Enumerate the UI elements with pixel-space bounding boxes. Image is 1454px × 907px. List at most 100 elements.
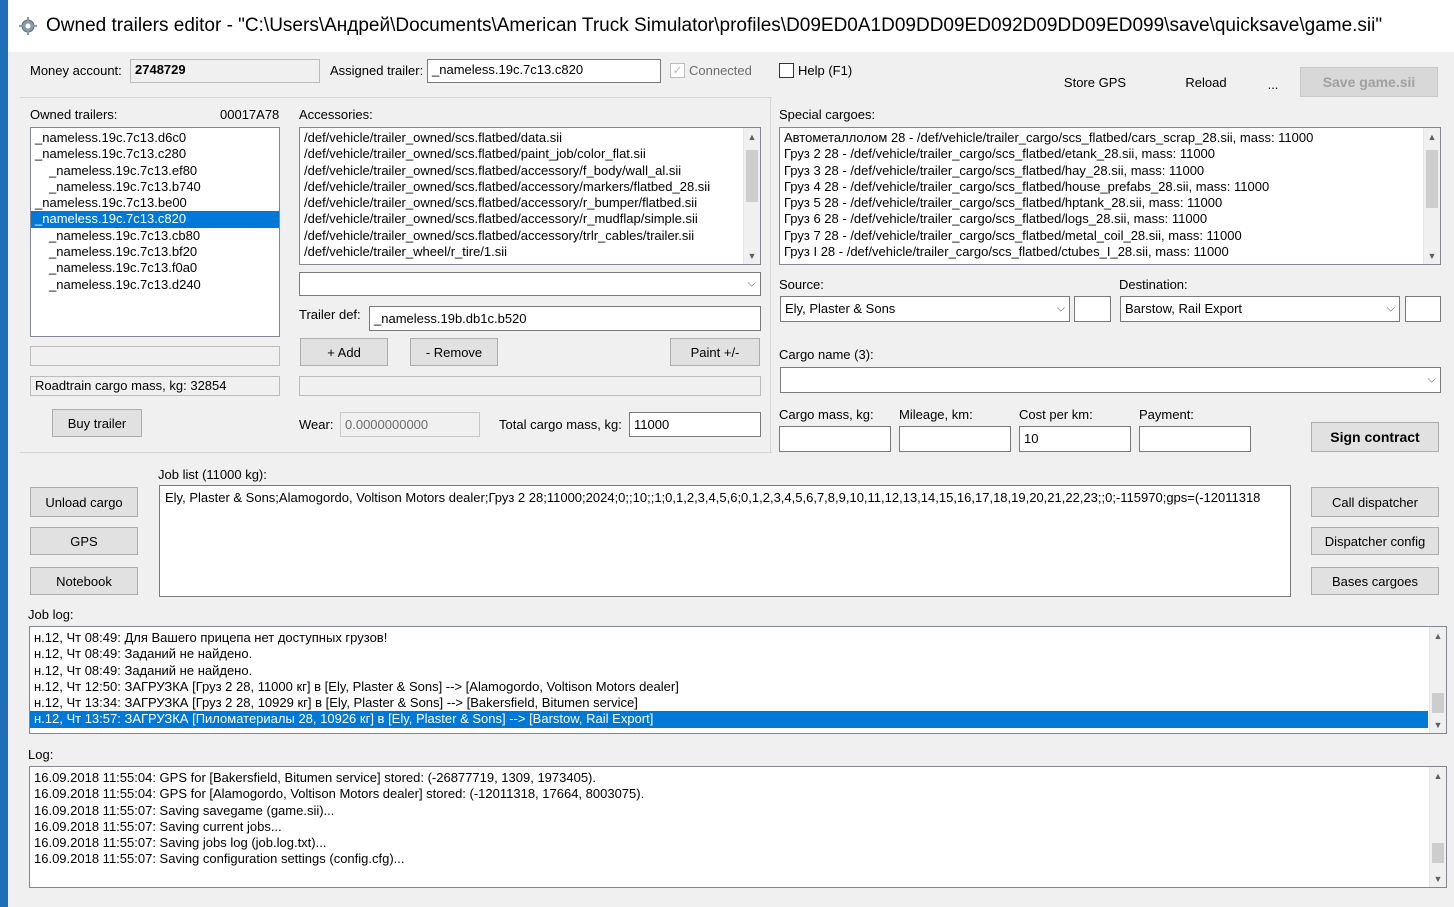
owned-trailer-item[interactable]: _nameless.19c.7c13.be00	[31, 195, 279, 211]
special-cargo-item[interactable]: Груз 4 28 - /def/vehicle/trailer_cargo/s…	[780, 179, 1422, 195]
help-label[interactable]: Help (F1)	[798, 63, 852, 78]
accessory-item[interactable]: /def/vehicle/trailer_owned/scs.flatbed/a…	[300, 195, 742, 211]
job-log-item[interactable]: н.12, Чт 08:49: Заданий не найдено.	[30, 663, 1428, 679]
owned-trailer-item[interactable]: _nameless.19c.7c13.d6c0	[31, 130, 279, 146]
accessories-scrollbar[interactable]: ▲ ▼	[743, 128, 760, 264]
destination-extra-field[interactable]	[1405, 296, 1441, 322]
call-dispatcher-button[interactable]: Call dispatcher	[1311, 487, 1439, 517]
scroll-down-icon[interactable]: ▼	[1424, 247, 1440, 264]
paint-button[interactable]: Paint +/-	[670, 338, 760, 366]
assigned-label: Assigned trailer:	[330, 63, 424, 78]
job-list-label: Job list (11000 kg):	[158, 467, 267, 482]
store-gps-button[interactable]: Store GPS	[1056, 70, 1134, 94]
owned-trailer-item[interactable]: _nameless.19c.7c13.f0a0	[31, 260, 279, 276]
source-value: Ely, Plaster & Sons	[785, 301, 896, 316]
special-cargo-item[interactable]: Груз 7 28 - /def/vehicle/trailer_cargo/s…	[780, 228, 1422, 244]
log-scrollbar[interactable]: ▲ ▼	[1429, 767, 1446, 887]
scroll-thumb[interactable]	[1432, 843, 1444, 863]
log-item[interactable]: 16.09.2018 11:55:04: GPS for [Bakersfiel…	[30, 770, 1428, 786]
accessory-item[interactable]: /def/vehicle/trailer_owned/scs.flatbed/a…	[300, 228, 742, 244]
accessory-item[interactable]: /def/vehicle/trailer_owned/scs.flatbed/p…	[300, 146, 742, 162]
log-item[interactable]: 16.09.2018 11:55:04: GPS for [Alamogordo…	[30, 786, 1428, 802]
accessory-item[interactable]: /def/vehicle/trailer_wheel/r_tire/1.sii	[300, 244, 742, 260]
source-combo[interactable]: Ely, Plaster & Sons ⌵	[780, 296, 1070, 322]
accessory-combo[interactable]: ⌵	[299, 272, 761, 296]
owned-trailer-item[interactable]: _nameless.19c.7c13.c280	[31, 146, 279, 162]
owned-trailer-item[interactable]: _nameless.19c.7c13.d240	[31, 277, 279, 293]
buy-trailer-button[interactable]: Buy trailer	[52, 409, 142, 437]
scroll-down-icon[interactable]: ▼	[744, 247, 760, 264]
job-log-item[interactable]: н.12, Чт 13:57: ЗАГРУЗКА [Пиломатериалы …	[30, 711, 1428, 728]
log-label: Log:	[28, 747, 54, 762]
scroll-up-icon[interactable]: ▲	[1430, 627, 1446, 644]
chevron-down-icon: ⌵	[1427, 373, 1436, 386]
owned-trailer-item[interactable]: _nameless.19c.7c13.b740	[31, 179, 279, 195]
accessory-item[interactable]: /def/vehicle/trailer_owned/scs.flatbed/a…	[300, 179, 742, 195]
special-cargo-item[interactable]: Груз 3 28 - /def/vehicle/trailer_cargo/s…	[780, 163, 1422, 179]
scroll-up-icon[interactable]: ▲	[1430, 767, 1446, 784]
scroll-up-icon[interactable]: ▲	[744, 128, 760, 145]
log-list[interactable]: 16.09.2018 11:55:04: GPS for [Bakersfiel…	[29, 766, 1447, 888]
destination-label: Destination:	[1119, 277, 1188, 292]
job-list-field[interactable]: Ely, Plaster & Sons;Alamogordo, Voltison…	[159, 485, 1291, 597]
owned-trailer-item[interactable]: _nameless.19c.7c13.c820	[31, 211, 279, 228]
special-cargo-item[interactable]: Груз 2 28 - /def/vehicle/trailer_cargo/s…	[780, 146, 1422, 162]
job-log-item[interactable]: н.12, Чт 13:34: ЗАГРУЗКА [Груз 2 28, 109…	[30, 695, 1428, 711]
scroll-down-icon[interactable]: ▼	[1430, 870, 1446, 887]
cargo-mass-field[interactable]	[779, 426, 891, 452]
help-checkbox[interactable]	[779, 63, 794, 78]
scroll-down-icon[interactable]: ▼	[1430, 716, 1446, 733]
log-item[interactable]: 16.09.2018 11:55:07: Saving savegame (ga…	[30, 803, 1428, 819]
log-item[interactable]: 16.09.2018 11:55:07: Saving current jobs…	[30, 819, 1428, 835]
total-mass-field[interactable]: 11000	[629, 412, 761, 437]
log-item[interactable]: 16.09.2018 11:55:07: Saving jobs log (jo…	[30, 835, 1428, 851]
job-log-scrollbar[interactable]: ▲ ▼	[1429, 627, 1446, 733]
accessory-item[interactable]: /def/vehicle/trailer_owned/scs.flatbed/d…	[300, 130, 742, 146]
job-log-item[interactable]: н.12, Чт 08:49: Заданий не найдено.	[30, 646, 1428, 662]
bases-cargoes-button[interactable]: Bases cargoes	[1311, 567, 1439, 595]
destination-combo[interactable]: Barstow, Rail Export ⌵	[1120, 296, 1400, 322]
owned-trailer-item[interactable]: _nameless.19c.7c13.ef80	[31, 163, 279, 179]
special-cargoes-list[interactable]: Автометаллолом 28 - /def/vehicle/trailer…	[779, 127, 1441, 265]
reload-button[interactable]: Reload	[1176, 70, 1236, 94]
unload-cargo-button[interactable]: Unload cargo	[30, 487, 138, 517]
accessory-item[interactable]: /def/vehicle/trailer_owned/scs.flatbed/a…	[300, 211, 742, 227]
scroll-up-icon[interactable]: ▲	[1424, 128, 1440, 145]
job-log-list[interactable]: н.12, Чт 08:49: Для Вашего прицепа нет д…	[29, 626, 1447, 734]
source-extra-field[interactable]	[1074, 296, 1111, 322]
scroll-thumb[interactable]	[1432, 693, 1444, 713]
special-cargo-item[interactable]: Груз I 28 - /def/vehicle/trailer_cargo/s…	[780, 244, 1422, 260]
special-cargoes-label: Special cargoes:	[779, 107, 876, 122]
cost-per-km-field[interactable]: 10	[1019, 426, 1131, 452]
accessories-list[interactable]: /def/vehicle/trailer_owned/scs.flatbed/d…	[299, 127, 761, 265]
log-item[interactable]: 16.09.2018 11:55:07: Saving configuratio…	[30, 851, 1428, 867]
mileage-field[interactable]	[899, 426, 1011, 452]
money-field[interactable]: 2748729	[130, 59, 320, 83]
job-log-item[interactable]: н.12, Чт 08:49: Для Вашего прицепа нет д…	[30, 630, 1428, 646]
assigned-trailer-field[interactable]: _nameless.19c.7c13.c820	[427, 59, 661, 83]
special-cargo-item[interactable]: Груз 6 28 - /def/vehicle/trailer_cargo/s…	[780, 211, 1422, 227]
panel-divider	[20, 97, 772, 98]
sign-contract-button[interactable]: Sign contract	[1311, 422, 1439, 452]
save-game-button: Save game.sii	[1300, 67, 1438, 97]
accessory-item[interactable]: /def/vehicle/trailer_owned/scs.flatbed/a…	[300, 163, 742, 179]
cargo-name-combo[interactable]: ⌵	[780, 367, 1441, 393]
special-cargo-item[interactable]: Груз 5 28 - /def/vehicle/trailer_cargo/s…	[780, 195, 1422, 211]
notebook-button[interactable]: Notebook	[30, 567, 138, 595]
more-button[interactable]: ...	[1260, 72, 1286, 96]
gps-button[interactable]: GPS	[30, 527, 138, 555]
dispatcher-config-button[interactable]: Dispatcher config	[1311, 527, 1439, 555]
owned-trailer-item[interactable]: _nameless.19c.7c13.cb80	[31, 228, 279, 244]
special-cargoes-scrollbar[interactable]: ▲ ▼	[1423, 128, 1440, 264]
payment-field[interactable]	[1139, 426, 1251, 452]
owned-trailer-item[interactable]: _nameless.19c.7c13.bf20	[31, 244, 279, 260]
add-accessory-button[interactable]: + Add	[300, 338, 388, 366]
job-log-item[interactable]: н.12, Чт 12:50: ЗАГРУЗКА [Груз 2 28, 110…	[30, 679, 1428, 695]
trailer-def-field[interactable]: _nameless.19b.db1c.b520	[369, 306, 761, 331]
remove-accessory-button[interactable]: - Remove	[410, 338, 498, 366]
owned-trailers-list[interactable]: _nameless.19c.7c13.d6c0 _nameless.19c.7c1…	[30, 127, 280, 337]
scroll-thumb[interactable]	[746, 150, 758, 202]
scroll-thumb[interactable]	[1426, 150, 1438, 208]
title-bar[interactable]: Owned trailers editor - "C:\Users\Андрей…	[8, 0, 1454, 52]
special-cargo-item[interactable]: Автометаллолом 28 - /def/vehicle/trailer…	[780, 130, 1422, 146]
